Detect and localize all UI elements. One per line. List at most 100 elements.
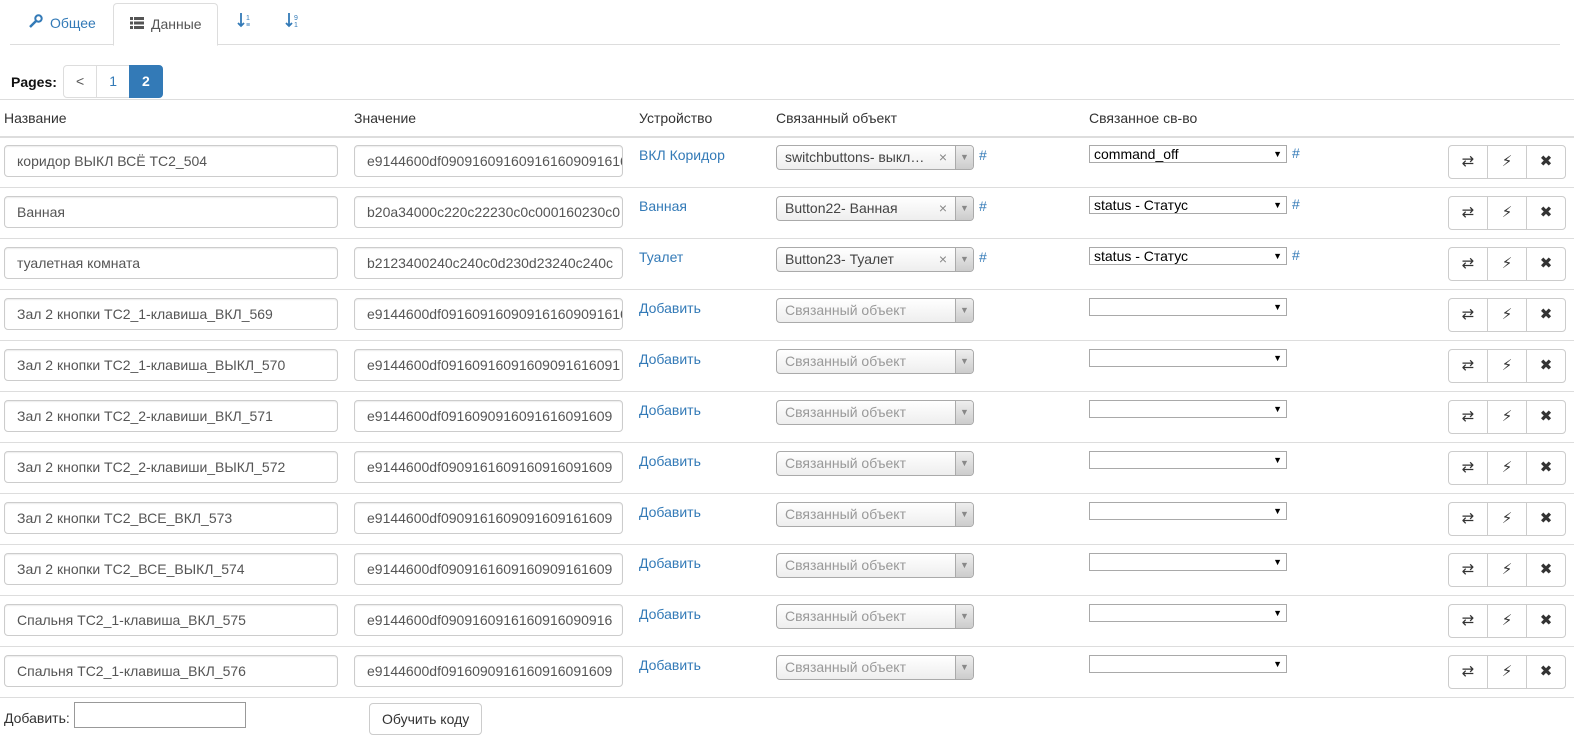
linked-object-select[interactable]: Связанный объект ▼ <box>776 298 974 323</box>
run-button[interactable]: ⚡ <box>1487 655 1527 689</box>
tab-data[interactable]: Данные <box>113 3 218 46</box>
device-link[interactable]: ВКЛ Коридор <box>639 147 725 163</box>
refresh-button[interactable]: ⇄ <box>1448 145 1488 179</box>
refresh-button[interactable]: ⇄ <box>1448 604 1488 638</box>
delete-button[interactable]: ✖ <box>1526 145 1566 179</box>
linked-property-select[interactable]: ▼ <box>1089 655 1287 673</box>
value-input[interactable]: e9144600df0909160916160916090916 <box>354 604 623 636</box>
linked-property-select[interactable]: command_off ▼ <box>1089 145 1287 163</box>
delete-button[interactable]: ✖ <box>1526 451 1566 485</box>
name-input[interactable]: Зал 2 кнопки ТС2_2-клавиши_ВЫКЛ_572 <box>4 451 338 483</box>
refresh-button[interactable]: ⇄ <box>1448 400 1488 434</box>
linked-object-select[interactable]: Button23- Туалет × ▼ <box>776 247 974 272</box>
linked-property-select[interactable]: status - Статус ▼ <box>1089 247 1287 265</box>
delete-button[interactable]: ✖ <box>1526 655 1566 689</box>
delete-button[interactable]: ✖ <box>1526 400 1566 434</box>
delete-button[interactable]: ✖ <box>1526 298 1566 332</box>
refresh-button[interactable]: ⇄ <box>1448 655 1488 689</box>
run-button[interactable]: ⚡ <box>1487 349 1527 383</box>
name-input[interactable]: Спальня ТС2_1-клавиша_ВКЛ_576 <box>4 655 338 687</box>
delete-button[interactable]: ✖ <box>1526 502 1566 536</box>
value-input[interactable]: e9144600df0909161609091609161609 <box>354 502 623 534</box>
page-1-button[interactable]: 1 <box>96 65 130 98</box>
value-input[interactable]: e9144600df0916090916160916091609 <box>354 655 623 687</box>
value-input[interactable]: e9144600df09160916091609091616091 <box>354 349 623 381</box>
tab-general[interactable]: Общее <box>13 3 111 44</box>
value-input[interactable]: e9144600df091609160909161609091616 <box>354 298 623 330</box>
add-input[interactable] <box>74 702 246 728</box>
name-input[interactable]: коридор ВЫКЛ ВСЁ ТС2_504 <box>4 145 338 177</box>
linked-property-hash-link[interactable]: # <box>1292 247 1300 263</box>
device-link[interactable]: Добавить <box>639 300 701 316</box>
linked-object-select[interactable]: switchbuttons- выкл… × ▼ <box>776 145 974 170</box>
name-input[interactable]: Зал 2 кнопки ТС2_1-клавиша_ВЫКЛ_570 <box>4 349 338 381</box>
linked-property-hash-link[interactable]: # <box>1292 145 1300 161</box>
delete-button[interactable]: ✖ <box>1526 196 1566 230</box>
value-input[interactable]: e9144600df0916090916091616091609 <box>354 400 623 432</box>
device-link[interactable]: Добавить <box>639 351 701 367</box>
linked-object-hash-link[interactable]: # <box>979 147 987 163</box>
run-button[interactable]: ⚡ <box>1487 196 1527 230</box>
linked-object-select[interactable]: Связанный объект ▼ <box>776 604 974 629</box>
linked-object-select[interactable]: Button22- Ванная × ▼ <box>776 196 974 221</box>
refresh-button[interactable]: ⇄ <box>1448 502 1488 536</box>
run-button[interactable]: ⚡ <box>1487 502 1527 536</box>
name-input[interactable]: Зал 2 кнопки ТС2_ВСЕ_ВЫКЛ_574 <box>4 553 338 585</box>
run-button[interactable]: ⚡ <box>1487 604 1527 638</box>
tab-sort-desc[interactable]: 91 <box>270 3 322 44</box>
run-button[interactable]: ⚡ <box>1487 145 1527 179</box>
device-link[interactable]: Добавить <box>639 657 701 673</box>
delete-button[interactable]: ✖ <box>1526 604 1566 638</box>
refresh-button[interactable]: ⇄ <box>1448 451 1488 485</box>
linked-property-select[interactable]: ▼ <box>1089 451 1287 469</box>
delete-button[interactable]: ✖ <box>1526 349 1566 383</box>
device-link[interactable]: Добавить <box>639 504 701 520</box>
train-code-button[interactable]: Обучить коду <box>369 703 483 735</box>
value-input[interactable]: b20a34000c220c22230c0c000160230c0 <box>354 196 623 228</box>
value-input[interactable]: e9144600df0909161609160909161609 <box>354 553 623 585</box>
name-input[interactable]: Ванная <box>4 196 338 228</box>
run-button[interactable]: ⚡ <box>1487 247 1527 281</box>
device-link[interactable]: Туалет <box>639 249 683 265</box>
device-link[interactable]: Добавить <box>639 555 701 571</box>
refresh-button[interactable]: ⇄ <box>1448 196 1488 230</box>
refresh-button[interactable]: ⇄ <box>1448 298 1488 332</box>
name-input[interactable]: Зал 2 кнопки ТС2_ВСЕ_ВКЛ_573 <box>4 502 338 534</box>
linked-object-hash-link[interactable]: # <box>979 249 987 265</box>
linked-property-select[interactable]: ▼ <box>1089 349 1287 367</box>
linked-object-hash-link[interactable]: # <box>979 198 987 214</box>
device-link[interactable]: Добавить <box>639 453 701 469</box>
run-button[interactable]: ⚡ <box>1487 553 1527 587</box>
linked-property-select[interactable]: ▼ <box>1089 298 1287 316</box>
refresh-button[interactable]: ⇄ <box>1448 247 1488 281</box>
value-input[interactable]: e9144600df0909161609160916091609 <box>354 451 623 483</box>
refresh-button[interactable]: ⇄ <box>1448 553 1488 587</box>
linked-object-select[interactable]: Связанный объект ▼ <box>776 400 974 425</box>
linked-object-select[interactable]: Связанный объект ▼ <box>776 553 974 578</box>
run-button[interactable]: ⚡ <box>1487 298 1527 332</box>
run-button[interactable]: ⚡ <box>1487 451 1527 485</box>
linked-object-select[interactable]: Связанный объект ▼ <box>776 502 974 527</box>
refresh-button[interactable]: ⇄ <box>1448 349 1488 383</box>
name-input[interactable]: туалетная комната <box>4 247 338 279</box>
device-link[interactable]: Добавить <box>639 402 701 418</box>
value-input[interactable]: e9144600df090916091609161609091616 <box>354 145 623 177</box>
clear-icon[interactable]: × <box>939 248 947 271</box>
linked-property-select[interactable]: ▼ <box>1089 604 1287 622</box>
linked-property-select[interactable]: ▼ <box>1089 502 1287 520</box>
linked-property-select[interactable]: status - Статус ▼ <box>1089 196 1287 214</box>
delete-button[interactable]: ✖ <box>1526 553 1566 587</box>
clear-icon[interactable]: × <box>939 197 947 220</box>
clear-icon[interactable]: × <box>939 146 947 169</box>
tab-sort-asc[interactable]: 1 ≡ <box>222 3 274 44</box>
linked-object-select[interactable]: Связанный объект ▼ <box>776 349 974 374</box>
page-2-button[interactable]: 2 <box>128 65 163 98</box>
run-button[interactable]: ⚡ <box>1487 400 1527 434</box>
linked-property-select[interactable]: ▼ <box>1089 553 1287 571</box>
device-link[interactable]: Добавить <box>639 606 701 622</box>
name-input[interactable]: Зал 2 кнопки ТС2_1-клавиша_ВКЛ_569 <box>4 298 338 330</box>
linked-property-hash-link[interactable]: # <box>1292 196 1300 212</box>
page-prev-button[interactable]: < <box>63 65 98 98</box>
linked-object-select[interactable]: Связанный объект ▼ <box>776 655 974 680</box>
value-input[interactable]: b2123400240c240c0d230d23240c240c <box>354 247 623 279</box>
